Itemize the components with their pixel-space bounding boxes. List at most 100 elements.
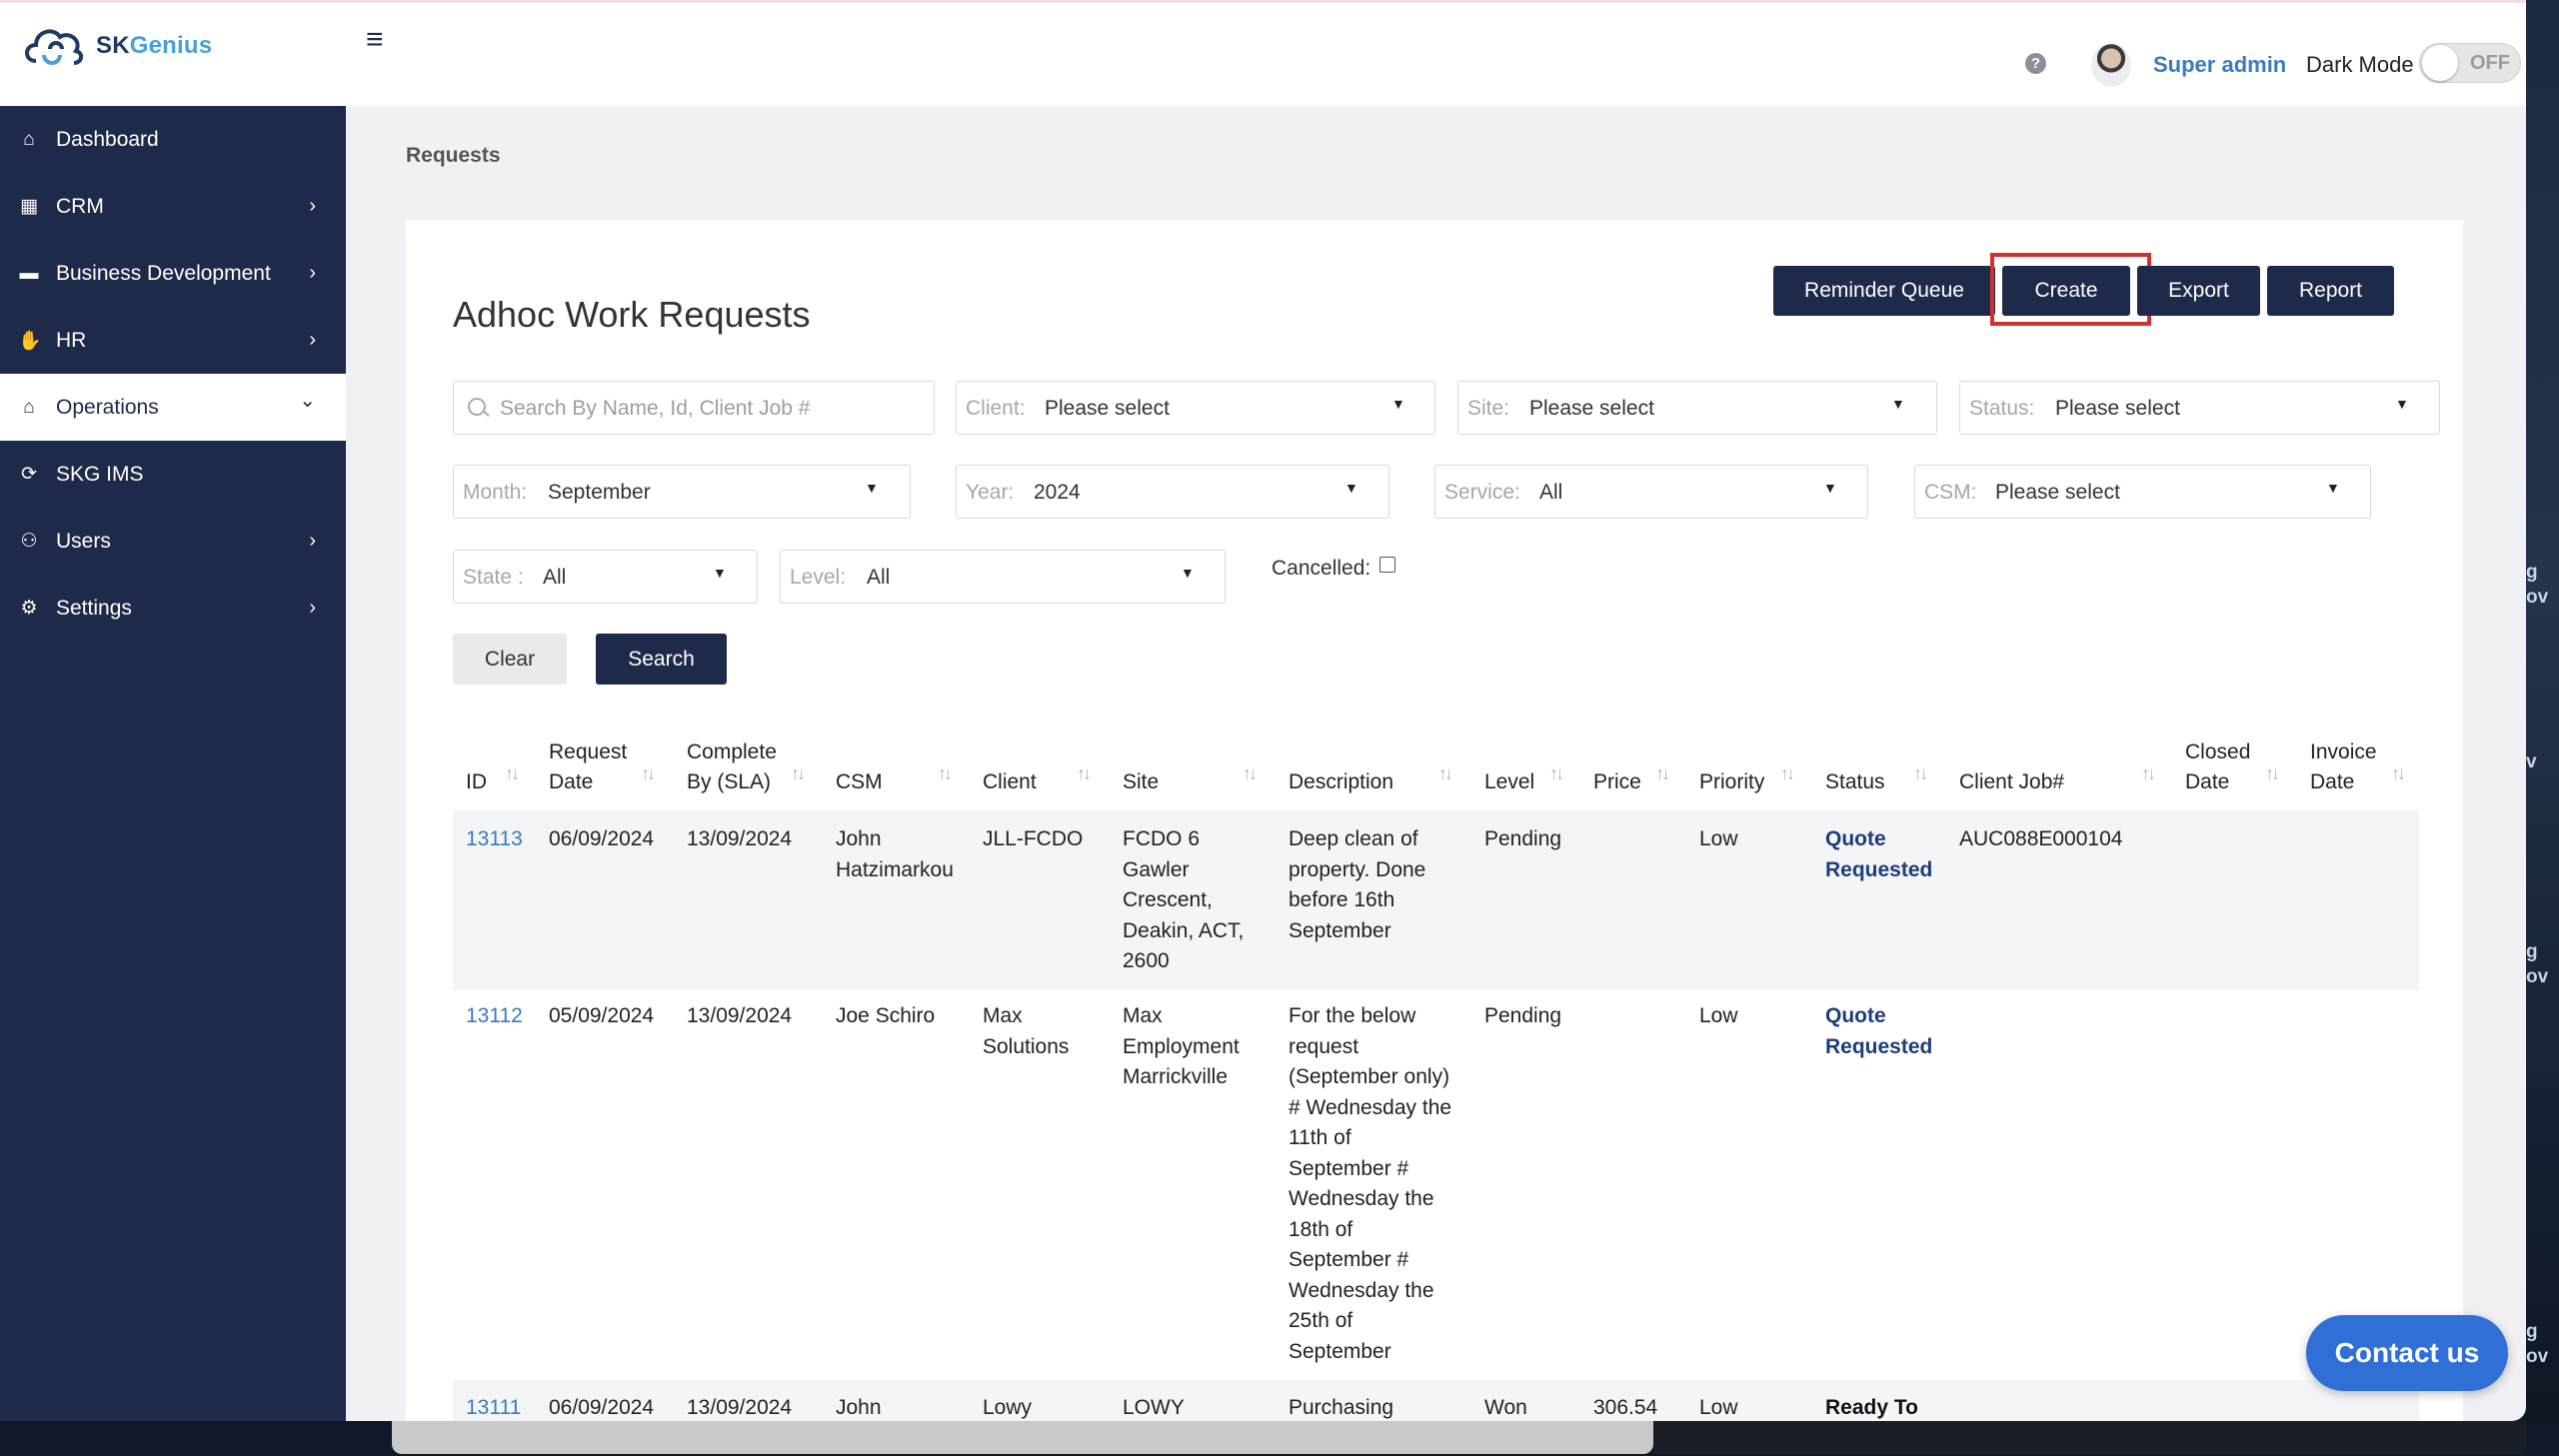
sidebar-item-label: Dashboard — [56, 127, 159, 151]
csm-cell: John Hatzimarkou — [836, 827, 954, 881]
sort-icon[interactable]: ↑↓ — [1243, 763, 1258, 784]
sort-icon[interactable]: ↑↓ — [1438, 763, 1453, 784]
site-label: Site: — [1467, 397, 1510, 420]
status-select[interactable]: Status: Please select ▼ — [1959, 381, 2440, 435]
sort-icon[interactable]: ↑↓ — [1913, 763, 1928, 784]
clear-button[interactable]: Clear — [453, 634, 567, 685]
sidebar-item-hr[interactable]: ✋ HR › — [0, 307, 346, 374]
month-value: September — [548, 481, 651, 504]
sort-icon[interactable]: ↑↓ — [938, 763, 953, 784]
state-select[interactable]: State : All ▼ — [453, 550, 758, 604]
column-header-status[interactable]: Status — [1825, 767, 1885, 797]
column-header-closed-date[interactable]: Closed Date — [2185, 737, 2250, 797]
caret-down-icon: ▼ — [2326, 480, 2340, 496]
csm-label: CSM: — [1924, 481, 1977, 504]
client-cell: Lowy — [983, 1396, 1033, 1419]
sidebar-item-business-development[interactable]: ▬ Business Development › — [0, 240, 346, 307]
sort-icon[interactable]: ↑↓ — [1549, 763, 1564, 784]
chevron-right-icon: › — [309, 195, 316, 217]
dark-mode-label: Dark Mode — [2306, 52, 2414, 77]
users-icon: ⚇ — [20, 531, 38, 552]
sort-icon[interactable]: ↑↓ — [2391, 763, 2406, 784]
description-cell: Purchasing — [1288, 1396, 1394, 1419]
cancelled-checkbox[interactable] — [1379, 557, 1395, 573]
service-select[interactable]: Service: All ▼ — [1434, 465, 1868, 519]
user-name[interactable]: Super admin — [2153, 52, 2286, 78]
caret-down-icon: ▼ — [1344, 480, 1358, 496]
sort-icon[interactable]: ↑↓ — [505, 763, 520, 784]
description-cell: For the below request (September only) # We… — [1288, 1004, 1452, 1363]
sort-icon[interactable]: ↑↓ — [1655, 763, 1670, 784]
reminder-queue-button[interactable]: Reminder Queue — [1773, 266, 1995, 316]
column-header-price[interactable]: Price — [1593, 767, 1641, 797]
sidebar-item-settings[interactable]: ⚙ Settings › — [0, 575, 346, 642]
sort-icon[interactable]: ↑↓ — [1077, 763, 1092, 784]
priority-cell: Low — [1699, 1004, 1738, 1027]
level-select[interactable]: Level: All ▼ — [780, 550, 1226, 604]
sidebar-item-skg-ims[interactable]: ⟳ SKG IMS — [0, 441, 346, 508]
caret-down-icon: ▼ — [713, 565, 727, 581]
client-cell: JLL-FCDO — [983, 827, 1084, 850]
column-header-description[interactable]: Description — [1288, 767, 1393, 797]
column-header-level[interactable]: Level — [1484, 767, 1534, 797]
background-window-edge — [392, 1421, 1653, 1454]
background-text-fragment: g ov — [2526, 941, 2549, 987]
logo[interactable]: SKGenius — [20, 21, 212, 71]
sidebar-item-label: HR — [56, 328, 87, 352]
sidebar-item-label: SKG IMS — [56, 462, 144, 486]
column-header-invoice-date[interactable]: Invoice Date — [2310, 737, 2377, 797]
column-header-csm[interactable]: CSM — [836, 767, 883, 797]
background-window-edge-dark — [1653, 1421, 2526, 1454]
hamburger-menu-icon[interactable]: ≡ — [366, 25, 384, 55]
top-bar: SKGenius ≡ ? Super admin Dark Mode OFF — [0, 0, 2526, 106]
request-date-cell: 06/09/2024 — [549, 827, 655, 850]
sort-icon[interactable]: ↑↓ — [791, 763, 806, 784]
avatar[interactable] — [2091, 43, 2131, 87]
sort-icon[interactable]: ↑↓ — [641, 763, 656, 784]
export-button[interactable]: Export — [2137, 266, 2260, 316]
complete-by-cell: 13/09/2024 — [687, 1396, 793, 1419]
search-button[interactable]: Search — [596, 634, 727, 685]
column-header-site[interactable]: Site — [1123, 767, 1159, 797]
create-button-highlight — [1990, 253, 2151, 326]
csm-select[interactable]: CSM: Please select ▼ — [1914, 465, 2371, 519]
sync-icon: ⟳ — [21, 464, 37, 485]
sidebar-item-users[interactable]: ⚇ Users › — [0, 508, 346, 575]
sidebar-item-dashboard[interactable]: ⌂ Dashboard — [0, 106, 346, 173]
year-label: Year: — [966, 481, 1015, 504]
report-button[interactable]: Report — [2267, 266, 2394, 316]
site-cell: Max Employment Marrickville — [1123, 1004, 1240, 1088]
client-select[interactable]: Client: Please select ▼ — [956, 381, 1435, 435]
caret-down-icon: ▼ — [1823, 480, 1837, 496]
year-select[interactable]: Year: 2024 ▼ — [956, 465, 1389, 519]
sidebar-item-crm[interactable]: ▦ CRM › — [0, 173, 346, 240]
request-id-link[interactable]: 13113 — [466, 824, 523, 855]
help-icon[interactable]: ? — [2025, 53, 2046, 74]
column-header-priority[interactable]: Priority — [1699, 767, 1764, 797]
csm-value: Please select — [1995, 481, 2120, 504]
request-id-link[interactable]: 13111 — [466, 1393, 521, 1421]
contact-us-button[interactable]: Contact us — [2306, 1315, 2508, 1391]
state-label: State : — [463, 566, 524, 589]
dark-mode-toggle[interactable]: OFF — [2419, 43, 2521, 83]
sidebar: ⌂ Dashboard ▦ CRM › ▬ Business Developme… — [0, 106, 346, 1421]
chevron-right-icon: › — [309, 262, 316, 284]
search-field[interactable] — [453, 381, 935, 435]
column-header-id[interactable]: ID — [466, 767, 487, 797]
search-input[interactable] — [498, 392, 922, 426]
sort-icon[interactable]: ↑↓ — [1780, 763, 1795, 784]
background-text-fragment: g ov — [2526, 1321, 2549, 1367]
column-header-client-job[interactable]: Client Job# — [1959, 767, 2064, 797]
column-header-client[interactable]: Client — [983, 767, 1037, 797]
logo-text-primary: SK — [96, 32, 130, 59]
sidebar-item-operations[interactable]: ⌂ Operations ⌄ — [0, 374, 346, 441]
column-header-request-date[interactable]: Request Date — [549, 737, 627, 797]
sort-icon[interactable]: ↑↓ — [2265, 763, 2280, 784]
sidebar-item-label: Settings — [56, 596, 132, 620]
building-icon: ▦ — [20, 196, 38, 217]
sort-icon[interactable]: ↑↓ — [2141, 763, 2156, 784]
column-header-complete-by[interactable]: Complete By (SLA) — [687, 737, 777, 797]
month-select[interactable]: Month: September ▼ — [453, 465, 911, 519]
site-select[interactable]: Site: Please select ▼ — [1457, 381, 1937, 435]
request-id-link[interactable]: 13112 — [466, 1001, 523, 1032]
